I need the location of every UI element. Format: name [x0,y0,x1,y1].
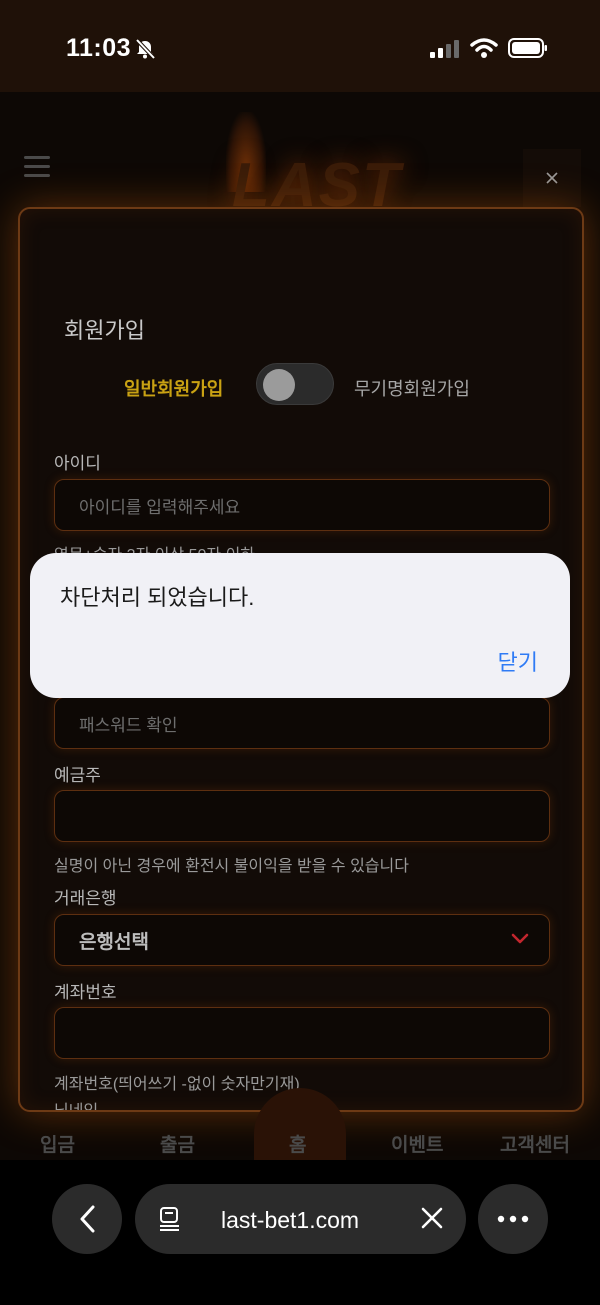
depositor-input[interactable] [54,790,550,842]
bottom-nav: 입금 출금 홈 이벤트 고객센터 [0,1112,600,1160]
id-placeholder: 아이디를 입력해주세요 [79,497,241,517]
battery-icon [508,38,547,58]
bank-select[interactable]: 은행선택 [54,914,550,966]
password-confirm-placeholder: 패스워드 확인 [79,715,178,735]
nickname-label: 닉네임 [54,1103,99,1112]
status-bar: 11:03 [0,0,600,92]
account-label: 계좌번호 [54,983,117,1002]
bank-select-value: 은행선택 [79,931,149,953]
status-time: 11:03 [66,34,132,62]
id-label: 아이디 [54,454,101,473]
anonymous-signup-option[interactable]: 무기명회원가입 [354,375,470,401]
chevron-down-icon [511,933,529,944]
browser-more-button[interactable] [478,1184,548,1254]
account-hint: 계좌번호(띄어쓰기 -없이 숫자만기재) [54,1076,300,1093]
bank-label: 거래은행 [54,889,117,908]
general-signup-option[interactable]: 일반회원가입 [124,375,223,401]
nav-events[interactable]: 이벤트 [391,1130,443,1157]
address-bar[interactable]: last-bet1.com [135,1184,466,1254]
nav-deposit[interactable]: 입금 [40,1130,75,1157]
password-confirm-input[interactable]: 패스워드 확인 [54,697,550,749]
close-icon[interactable] [420,1206,444,1230]
alert-message: 차단처리 되었습니다. [60,585,255,610]
modal-close-button[interactable] [523,149,581,207]
member-type-toggle[interactable] [256,363,334,405]
nav-support[interactable]: 고객센터 [500,1130,570,1157]
browser-toolbar: last-bet1.com [0,1160,600,1305]
signal-icon [430,40,459,58]
url-text: last-bet1.com [221,1207,360,1233]
alert-dialog: 차단처리 되었습니다. 닫기 [30,553,570,698]
browser-back-button[interactable] [52,1184,122,1254]
member-type-toggle-row: 일반회원가입 무기명회원가입 [20,361,582,409]
account-input[interactable] [54,1007,550,1059]
depositor-hint: 실명이 아닌 경우에 환전시 불이익을 받을 수 있습니다 [54,858,409,875]
menu-icon[interactable] [24,156,50,178]
nav-home[interactable]: 홈 [289,1130,306,1157]
more-dots-icon [497,1215,529,1223]
bell-off-icon [135,38,156,60]
close-icon [546,172,558,184]
id-input[interactable]: 아이디를 입력해주세요 [54,479,550,531]
depositor-label: 예금주 [54,766,101,785]
toggle-knob [263,369,295,401]
page-menu-icon [160,1207,179,1231]
chevron-left-icon [80,1205,95,1233]
wifi-icon [470,38,498,58]
alert-close-button[interactable]: 닫기 [498,645,538,677]
nav-withdraw[interactable]: 출금 [160,1130,195,1157]
modal-title: 회원가입 [64,318,145,343]
